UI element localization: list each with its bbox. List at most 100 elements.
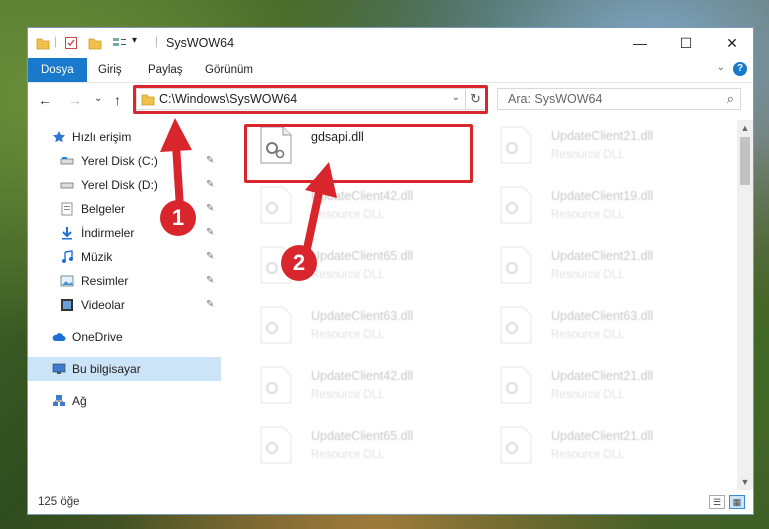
sidebar-item-drive-c[interactable]: Yerel Disk (C:) ✎ [28,149,221,173]
details-view-icon[interactable]: ☰ [709,495,725,509]
file-type: Resource DLL [551,329,625,341]
sidebar-item-this-pc[interactable]: Bu bilgisayar [28,357,221,381]
scroll-up-icon[interactable]: ▲ [737,120,753,136]
pin-icon[interactable]: ✎ [206,221,214,245]
file-name: UpdateClient21.dll [551,129,654,143]
cloud-icon [52,333,66,341]
dll-file-icon [500,306,532,344]
step-1-marker: 1 [160,200,196,236]
customize-toolbar-icon[interactable] [112,36,128,50]
sidebar-item-network[interactable]: Ağ [28,389,221,413]
address-bar-highlight [133,85,488,114]
toolbar-divider: | [54,34,58,48]
file-item[interactable]: UpdateClient21.dll Resource DLL [486,240,716,296]
file-name: UpdateClient42.dll [311,189,414,203]
computer-icon [52,363,66,374]
toolbar-divider: | [155,34,159,48]
sidebar-item-drive-d[interactable]: Yerel Disk (D:) ✎ [28,173,221,197]
file-name: UpdateClient65.dll [311,429,414,443]
search-icon[interactable]: ⌕ [727,91,734,107]
dll-file-icon [260,186,292,224]
file-item[interactable]: UpdateClient63.dll Resource DLL [246,300,476,356]
dll-file-icon [260,306,292,344]
file-item[interactable]: UpdateClient19.dll Resource DLL [486,180,716,236]
sidebar-item-label: Ağ [72,394,87,408]
file-type: Resource DLL [551,449,625,461]
file-type: Resource DLL [551,149,625,161]
scroll-thumb[interactable] [740,137,750,185]
pin-icon[interactable]: ✎ [206,269,214,293]
file-name: UpdateClient21.dll [551,369,654,383]
pin-icon[interactable]: ✎ [206,245,214,269]
music-icon [62,250,73,263]
back-button[interactable]: ← [38,92,52,108]
navigation-pane: Hızlı erişim Yerel Disk (C:) ✎ Yerel Dis… [28,120,221,490]
pin-icon[interactable]: ✎ [206,173,214,197]
dll-file-icon [260,426,292,464]
file-name: UpdateClient42.dll [311,369,414,383]
properties-icon[interactable] [64,36,78,50]
file-item[interactable]: UpdateClient42.dll Resource DLL [246,180,476,236]
dll-file-icon [500,186,532,224]
drive-icon [60,157,74,165]
file-name: UpdateClient63.dll [311,309,414,323]
file-type: Resource DLL [311,269,385,281]
new-folder-icon[interactable] [88,36,102,50]
tab-home[interactable]: Giriş [98,58,122,82]
sidebar-item-label: Bu bilgisayar [72,362,141,376]
dll-file-icon [500,366,532,404]
large-icons-view-icon[interactable]: ▦ [729,495,745,509]
sidebar-item-videos[interactable]: Videolar ✎ [28,293,221,317]
sidebar-item-quick-access[interactable]: Hızlı erişim [28,125,221,149]
file-type: Resource DLL [311,389,385,401]
pin-icon[interactable]: ✎ [206,149,214,173]
pictures-icon [60,275,74,287]
recent-locations-icon[interactable]: ⌄ [94,93,102,104]
quick-access-dropdown-icon[interactable]: ▾ [132,35,137,46]
file-type: Resource DLL [551,389,625,401]
sidebar-item-label: Resimler [81,274,129,288]
folder-icon [36,38,50,50]
file-name: UpdateClient19.dll [551,189,654,203]
sidebar-item-onedrive[interactable]: OneDrive [28,325,221,349]
download-icon [62,227,72,240]
documents-icon [61,202,73,216]
file-item[interactable]: UpdateClient63.dll Resource DLL [486,300,716,356]
videos-icon [61,299,73,311]
file-item[interactable]: UpdateClient42.dll Resource DLL [246,360,476,416]
help-icon[interactable]: ? [733,62,747,76]
file-item[interactable]: UpdateClient65.dll Resource DLL [246,240,476,296]
up-button[interactable]: ↑ [114,92,121,108]
close-button[interactable]: ✕ [709,28,755,58]
sidebar-item-label: OneDrive [72,330,123,344]
network-icon [53,395,65,406]
file-type: Resource DLL [551,209,625,221]
scroll-down-icon[interactable]: ▼ [737,474,753,490]
status-bar: 125 öğe ☰ ▦ [28,492,753,514]
sidebar-item-label: Müzik [81,250,113,264]
window-title: SysWOW64 [166,36,235,50]
pin-icon[interactable]: ✎ [206,293,214,317]
sidebar-item-pictures[interactable]: Resimler ✎ [28,269,221,293]
file-item[interactable]: UpdateClient21.dll Resource DLL [486,120,716,176]
sidebar-item-label: Belgeler [81,202,126,216]
file-item[interactable]: UpdateClient65.dll Resource DLL [246,420,476,476]
dll-file-icon [500,126,532,164]
file-item[interactable]: UpdateClient21.dll Resource DLL [486,360,716,416]
tab-view[interactable]: Görünüm [205,58,253,82]
sidebar-item-music[interactable]: Müzik ✎ [28,245,221,269]
tab-share[interactable]: Paylaş [148,58,183,82]
tab-file[interactable]: Dosya [28,58,87,82]
forward-button[interactable]: → [68,92,82,108]
sidebar-item-label: İndirmeler [81,226,135,240]
maximize-button[interactable]: ☐ [663,28,709,58]
vertical-scrollbar[interactable]: ▲ ▼ [737,120,753,490]
minimize-button[interactable]: — [617,28,663,58]
search-input[interactable]: Ara: SysWOW64 [508,92,602,106]
file-item[interactable]: UpdateClient21.dll Resource DLL [486,420,716,476]
dll-file-icon [260,366,292,404]
step-2-marker: 2 [281,245,317,281]
collapse-ribbon-icon[interactable]: ⌄ [717,62,725,73]
pin-icon[interactable]: ✎ [206,197,214,221]
search-box[interactable]: Ara: SysWOW64 ⌕ [497,88,741,110]
